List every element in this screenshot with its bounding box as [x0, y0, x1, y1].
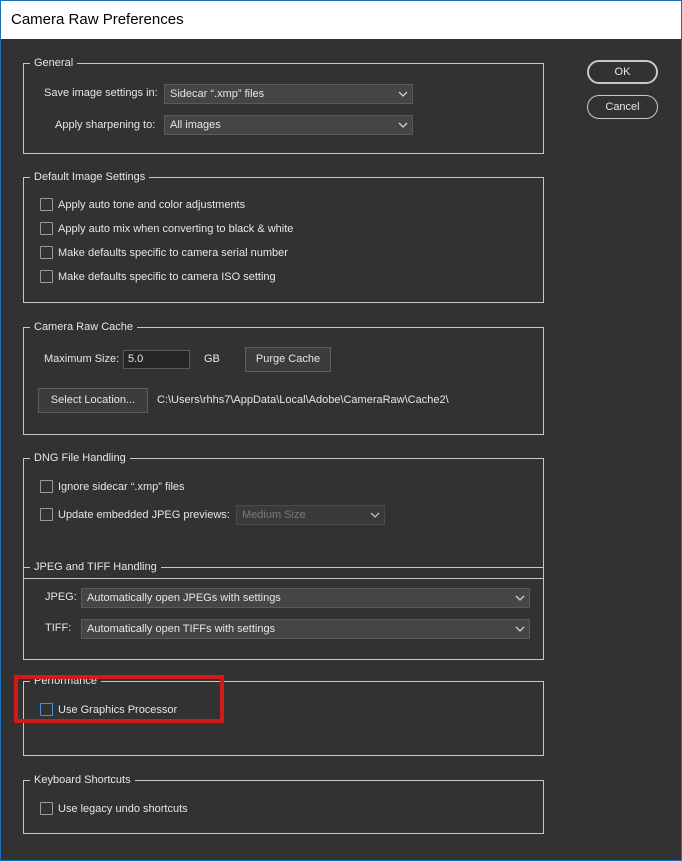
- auto-tone-checkbox[interactable]: [40, 198, 53, 211]
- chevron-down-icon: [398, 121, 408, 129]
- preferences-dialog: Camera Raw Preferences General Save imag…: [0, 0, 682, 861]
- serial-defaults-checkbox[interactable]: [40, 246, 53, 259]
- cancel-label: Cancel: [605, 101, 640, 113]
- max-size-value: 5.0: [128, 353, 144, 365]
- ignore-sidecar-checkbox[interactable]: [40, 480, 53, 493]
- auto-mix-label: Apply auto mix when converting to black …: [58, 223, 294, 235]
- cancel-button[interactable]: Cancel: [587, 95, 658, 119]
- jpeg-handling-value: Automatically open JPEGs with settings: [87, 592, 281, 604]
- chevron-down-icon: [515, 594, 525, 602]
- tiff-handling-value: Automatically open TIFFs with settings: [87, 623, 276, 635]
- dng-file-handling-legend: DNG File Handling: [30, 450, 130, 466]
- general-group: General Save image settings in: Sidecar …: [23, 55, 544, 154]
- purge-cache-label: Purge Cache: [255, 353, 321, 365]
- chevron-down-icon: [515, 625, 525, 633]
- window-title: Camera Raw Preferences: [11, 11, 184, 28]
- default-image-settings-legend: Default Image Settings: [30, 169, 150, 185]
- general-legend: General: [30, 55, 78, 71]
- update-previews-label: Update embedded JPEG previews:: [58, 509, 230, 521]
- tiff-handling-select[interactable]: Automatically open TIFFs with settings: [81, 619, 530, 639]
- keyboard-shortcuts-legend: Keyboard Shortcuts: [30, 772, 135, 788]
- max-size-unit: GB: [204, 353, 220, 365]
- jpeg-tiff-handling-legend: JPEG and TIFF Handling: [30, 559, 161, 575]
- max-size-input[interactable]: 5.0: [123, 350, 190, 369]
- save-settings-label: Save image settings in:: [44, 87, 158, 99]
- auto-tone-label: Apply auto tone and color adjustments: [58, 199, 246, 211]
- camera-raw-cache-legend: Camera Raw Cache: [30, 319, 138, 335]
- tiff-label: TIFF:: [45, 622, 72, 634]
- legacy-undo-label: Use legacy undo shortcuts: [58, 803, 188, 815]
- jpeg-label: JPEG:: [45, 591, 77, 603]
- jpeg-tiff-handling-group: JPEG and TIFF Handling JPEG: Automatical…: [23, 559, 544, 660]
- serial-defaults-label: Make defaults specific to camera serial …: [58, 247, 288, 259]
- camera-raw-cache-group: Camera Raw Cache Maximum Size: 5.0 GB Pu…: [23, 319, 544, 435]
- save-settings-select[interactable]: Sidecar “.xmp” files: [164, 84, 413, 104]
- legacy-undo-checkbox[interactable]: [40, 802, 53, 815]
- select-location-button[interactable]: Select Location...: [38, 388, 148, 413]
- preview-size-select[interactable]: Medium Size: [236, 505, 385, 525]
- sharpening-value: All images: [170, 119, 221, 131]
- save-settings-value: Sidecar “.xmp” files: [170, 88, 265, 100]
- jpeg-handling-select[interactable]: Automatically open JPEGs with settings: [81, 588, 530, 608]
- sharpening-label: Apply sharpening to:: [55, 119, 156, 131]
- chevron-down-icon: [398, 90, 408, 98]
- keyboard-shortcuts-group: Keyboard Shortcuts Use legacy undo short…: [23, 772, 544, 834]
- iso-defaults-checkbox[interactable]: [40, 270, 53, 283]
- ok-label: OK: [614, 66, 631, 78]
- red-highlight-box: [14, 675, 224, 723]
- ok-button[interactable]: OK: [587, 60, 658, 84]
- purge-cache-button[interactable]: Purge Cache: [245, 347, 331, 372]
- auto-mix-checkbox[interactable]: [40, 222, 53, 235]
- chevron-down-icon: [370, 511, 380, 519]
- dialog-content: General Save image settings in: Sidecar …: [1, 39, 681, 860]
- default-image-settings-group: Default Image Settings Apply auto tone a…: [23, 169, 544, 303]
- title-bar: Camera Raw Preferences: [1, 1, 681, 39]
- select-location-label: Select Location...: [50, 394, 136, 406]
- update-previews-checkbox[interactable]: [40, 508, 53, 521]
- cache-location-path: C:\Users\rhhs7\AppData\Local\Adobe\Camer…: [157, 394, 449, 406]
- sharpening-select[interactable]: All images: [164, 115, 413, 135]
- iso-defaults-label: Make defaults specific to camera ISO set…: [58, 271, 276, 283]
- max-size-label: Maximum Size:: [44, 353, 120, 365]
- ignore-sidecar-label: Ignore sidecar “.xmp” files: [58, 481, 185, 493]
- preview-size-value: Medium Size: [242, 509, 306, 521]
